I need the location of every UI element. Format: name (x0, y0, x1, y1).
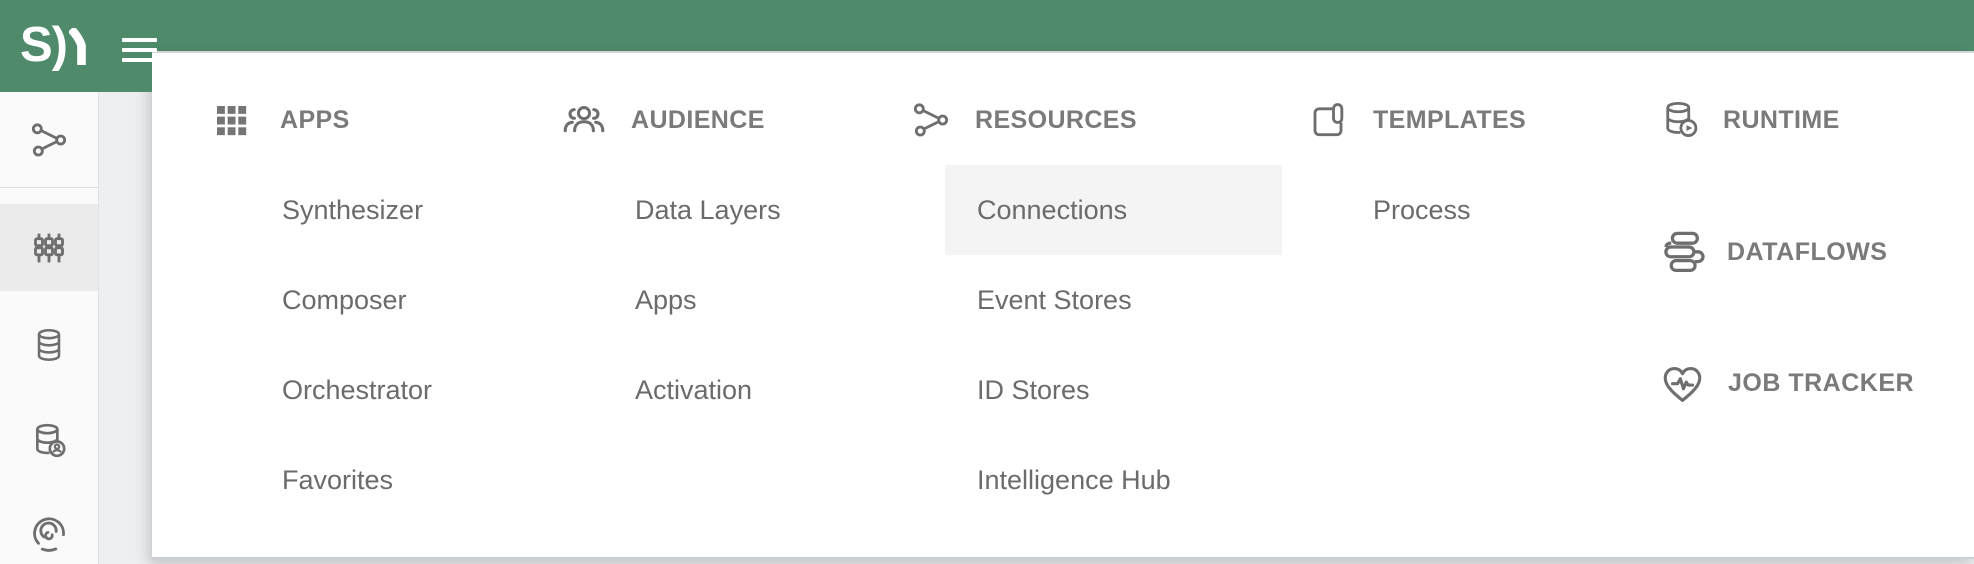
heart-pulse-icon (1659, 360, 1706, 407)
stacked-pipes-icon (1659, 229, 1705, 275)
sidebar-item-id-stores[interactable] (0, 396, 98, 486)
menu-section-audience: AUDIENCE (561, 97, 765, 143)
database-play-icon (1659, 99, 1701, 141)
menu-item-orchestrator[interactable]: Orchestrator (250, 345, 590, 435)
app-screen: S) APPS AUDIENCE RESOURCES TEMPLATES RUN… (0, 0, 1974, 564)
people-group-icon (561, 97, 607, 143)
menu-column-apps: Synthesizer Composer Orchestrator Favori… (250, 165, 590, 525)
menu-item-favorites[interactable]: Favorites (250, 435, 590, 525)
menu-item-id-stores[interactable]: ID Stores (945, 345, 1282, 435)
brand-logo-swoosh-icon (69, 28, 86, 65)
sidebar (0, 92, 99, 564)
menu-column-audience: Data Layers Apps Activation (603, 165, 943, 435)
menu-section-templates: TEMPLATES (1310, 97, 1526, 143)
menu-item-apps[interactable]: Apps (603, 255, 943, 345)
menu-column-templates: Process (1341, 165, 1641, 255)
menu-item-composer[interactable]: Composer (250, 255, 590, 345)
database-icon (37, 329, 61, 361)
menu-section-resources: RESOURCES (911, 97, 1137, 143)
sliders-icon (34, 231, 64, 264)
menu-item-job-tracker[interactable]: JOB TRACKER (1659, 358, 1914, 408)
top-header-bar (0, 0, 1974, 51)
menu-item-label: JOB TRACKER (1728, 368, 1915, 397)
menu-item-activation[interactable]: Activation (603, 345, 943, 435)
menu-section-label: RUNTIME (1723, 105, 1840, 134)
menu-item-dataflows[interactable]: DATAFLOWS (1659, 227, 1887, 277)
top-header-left: S) (0, 0, 157, 92)
menu-section-label: RESOURCES (975, 105, 1137, 134)
sidebar-item-intelligence-hub[interactable] (0, 488, 98, 564)
menu-section-label: TEMPLATES (1373, 105, 1527, 134)
menu-section-apps: APPS (213, 97, 350, 143)
grid-icon (213, 102, 250, 139)
spiral-icon (33, 517, 65, 552)
menu-item-intelligence-hub[interactable]: Intelligence Hub (945, 435, 1282, 525)
sidebar-item-event-stores[interactable] (0, 300, 98, 390)
sidebar-item-apps-active[interactable] (0, 204, 98, 291)
menu-item-event-stores[interactable]: Event Stores (945, 255, 1282, 345)
share-nodes-icon (911, 100, 951, 140)
menu-column-resources: Connections Event Stores ID Stores Intel… (945, 165, 1282, 525)
menu-section-label: AUDIENCE (631, 105, 765, 134)
share-nodes-icon (31, 122, 67, 156)
mega-menu-panel: APPS AUDIENCE RESOURCES TEMPLATES RUNTIM… (152, 51, 1974, 559)
brand-logo[interactable]: S) (20, 18, 86, 72)
menu-item-synthesizer[interactable]: Synthesizer (250, 165, 590, 255)
scroll-icon (1310, 100, 1350, 140)
menu-section-label: APPS (280, 105, 350, 134)
menu-item-process[interactable]: Process (1341, 165, 1641, 255)
menu-section-runtime: RUNTIME (1659, 97, 1840, 143)
menu-item-label: DATAFLOWS (1727, 237, 1888, 266)
brand-logo-letter: S) (20, 18, 68, 72)
sidebar-item-connections[interactable] (0, 92, 98, 188)
hamburger-menu-icon[interactable] (122, 38, 157, 62)
database-user-icon (35, 423, 66, 458)
menu-item-connections[interactable]: Connections (945, 165, 1282, 255)
menu-item-data-layers[interactable]: Data Layers (603, 165, 943, 255)
